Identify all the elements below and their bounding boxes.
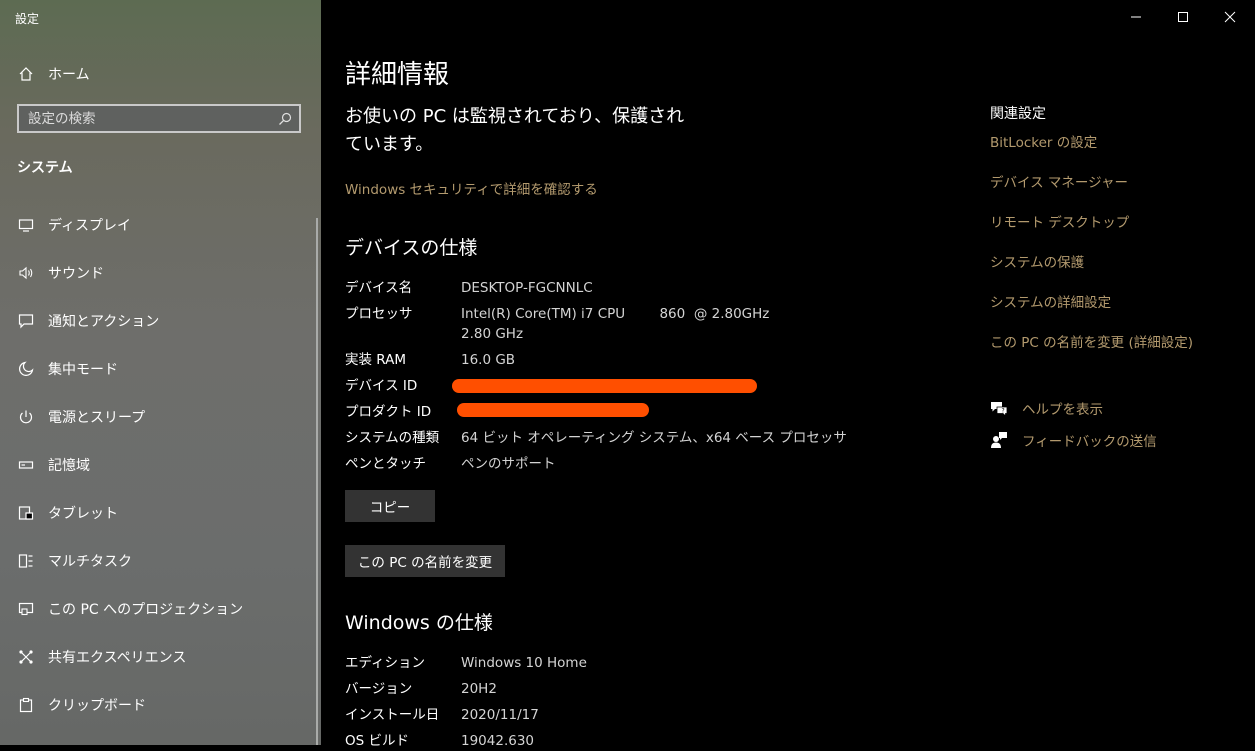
copy-button[interactable]: コピー (345, 490, 435, 522)
help-chat-icon: ? (990, 399, 1008, 417)
tablet-icon (17, 504, 35, 522)
spec-value: 2020/11/17 (461, 707, 539, 723)
send-feedback-label: フィードバックの送信 (1022, 434, 1157, 450)
spec-label: バージョン (345, 681, 413, 697)
search-input[interactable] (28, 110, 268, 128)
maximize-icon (1178, 12, 1188, 22)
spec-label: エディション (345, 655, 426, 671)
device-specs-heading: デバイスの仕様 (345, 237, 478, 259)
device-manager-link[interactable]: デバイス マネージャー (990, 171, 1128, 191)
sidebar-home-label: ホーム (48, 67, 90, 83)
storage-icon (17, 456, 35, 474)
page-title: 詳細情報 (345, 60, 450, 90)
sidebar-section-title: システム (17, 160, 73, 176)
sidebar-item-label: サウンド (48, 266, 104, 282)
sidebar-item-label: 集中モード (48, 362, 118, 378)
system-protection-link[interactable]: システムの保護 (990, 251, 1084, 271)
related-settings-heading: 関連設定 (990, 106, 1046, 122)
sound-icon (17, 264, 35, 282)
search-field[interactable] (17, 104, 301, 133)
sidebar-item-notifications[interactable]: 通知とアクション (0, 301, 321, 341)
sidebar-item-label: クリップボード (48, 698, 146, 714)
spec-label: プロダクト ID (345, 404, 432, 420)
sidebar-item-label: 共有エクスペリエンス (48, 650, 187, 666)
close-button[interactable] (1207, 0, 1253, 34)
sidebar-item-label: 記憶域 (48, 458, 90, 474)
spec-value: DESKTOP-FGCNNLC (461, 280, 593, 296)
home-icon (17, 65, 35, 83)
sidebar-item-storage[interactable]: 記憶域 (0, 445, 321, 485)
sidebar-item-label: 電源とスリープ (48, 410, 146, 426)
spec-value: 20H2 (461, 681, 497, 697)
send-feedback-link[interactable]: フィードバックの送信 (990, 429, 1157, 451)
sidebar-item-label: マルチタスク (48, 554, 132, 570)
sidebar-item-home[interactable]: ホーム (0, 57, 321, 91)
window-title: 設定 (15, 12, 40, 26)
bitlocker-settings-link[interactable]: BitLocker の設定 (990, 131, 1097, 151)
sidebar-item-shared[interactable]: 共有エクスペリエンス (0, 637, 321, 677)
sidebar-item-multitask[interactable]: マルチタスク (0, 541, 321, 581)
sidebar: 設定 ホーム システム ディスプレイ サウンド 通知とアクション (0, 0, 321, 745)
sidebar-item-label: この PC へのプロジェクション (48, 602, 244, 618)
windows-specs-heading: Windows の仕様 (345, 612, 493, 634)
spec-label: インストール日 (345, 707, 440, 723)
moon-icon (17, 360, 35, 378)
spec-value: ペンのサポート (461, 456, 556, 472)
spec-label: ペンとタッチ (345, 456, 426, 472)
minimize-button[interactable] (1113, 0, 1159, 34)
redaction-mark (457, 403, 649, 417)
multitask-icon (17, 552, 35, 570)
clipboard-icon (17, 696, 35, 714)
get-help-link[interactable]: ? ヘルプを表示 (990, 397, 1103, 419)
sidebar-item-clipboard[interactable]: クリップボード (0, 685, 321, 725)
advanced-system-settings-link[interactable]: システムの詳細設定 (990, 291, 1111, 311)
notification-icon (17, 312, 35, 330)
maximize-button[interactable] (1160, 0, 1206, 34)
display-icon (17, 216, 35, 234)
sidebar-item-label: 通知とアクション (48, 314, 160, 330)
sidebar-item-focus[interactable]: 集中モード (0, 349, 321, 389)
spec-value: 19042.630 (461, 733, 535, 749)
protection-status-text: お使いの PC は監視されており、保護されています。 (345, 106, 685, 155)
rename-pc-button[interactable]: この PC の名前を変更 (345, 545, 505, 577)
spec-label: デバイス名 (345, 280, 413, 296)
windows-security-link[interactable]: Windows セキュリティで詳細を確認する (345, 178, 598, 198)
spec-label: デバイス ID (345, 378, 418, 394)
sidebar-item-label: タブレット (48, 506, 118, 522)
sidebar-scrollbar[interactable] (316, 218, 318, 745)
sidebar-item-display[interactable]: ディスプレイ (0, 205, 321, 245)
sidebar-item-label: ディスプレイ (48, 218, 132, 234)
redaction-mark (452, 379, 757, 393)
spec-label: システムの種類 (345, 430, 440, 446)
power-icon (17, 408, 35, 426)
close-icon (1224, 11, 1236, 23)
spec-value: Intel(R) Core(TM) i7 CPU 860 @ 2.80GHz 2… (461, 306, 770, 342)
sidebar-item-projection[interactable]: この PC へのプロジェクション (0, 589, 321, 629)
rename-pc-advanced-link[interactable]: この PC の名前を変更 (詳細設定) (990, 331, 1193, 351)
spec-value: Windows 10 Home (461, 655, 587, 671)
sidebar-item-power[interactable]: 電源とスリープ (0, 397, 321, 437)
remote-desktop-link[interactable]: リモート デスクトップ (990, 211, 1129, 231)
spec-value: 16.0 GB (461, 352, 516, 368)
sidebar-item-sound[interactable]: サウンド (0, 253, 321, 293)
projection-icon (17, 600, 35, 618)
search-icon[interactable] (278, 112, 292, 126)
shared-icon (17, 648, 35, 666)
main-content: 詳細情報 お使いの PC は監視されており、保護されています。 Windows … (321, 0, 1255, 749)
get-help-label: ヘルプを表示 (1022, 402, 1103, 418)
spec-label: プロセッサ (345, 306, 413, 322)
spec-label: OS ビルド (345, 733, 409, 749)
svg-text:?: ? (1002, 408, 1005, 415)
sidebar-item-tablet[interactable]: タブレット (0, 493, 321, 533)
minimize-icon (1131, 16, 1141, 18)
feedback-icon (990, 431, 1008, 449)
spec-value: 64 ビット オペレーティング システム、x64 ベース プロセッサ (461, 430, 847, 446)
spec-label: 実装 RAM (345, 352, 407, 368)
